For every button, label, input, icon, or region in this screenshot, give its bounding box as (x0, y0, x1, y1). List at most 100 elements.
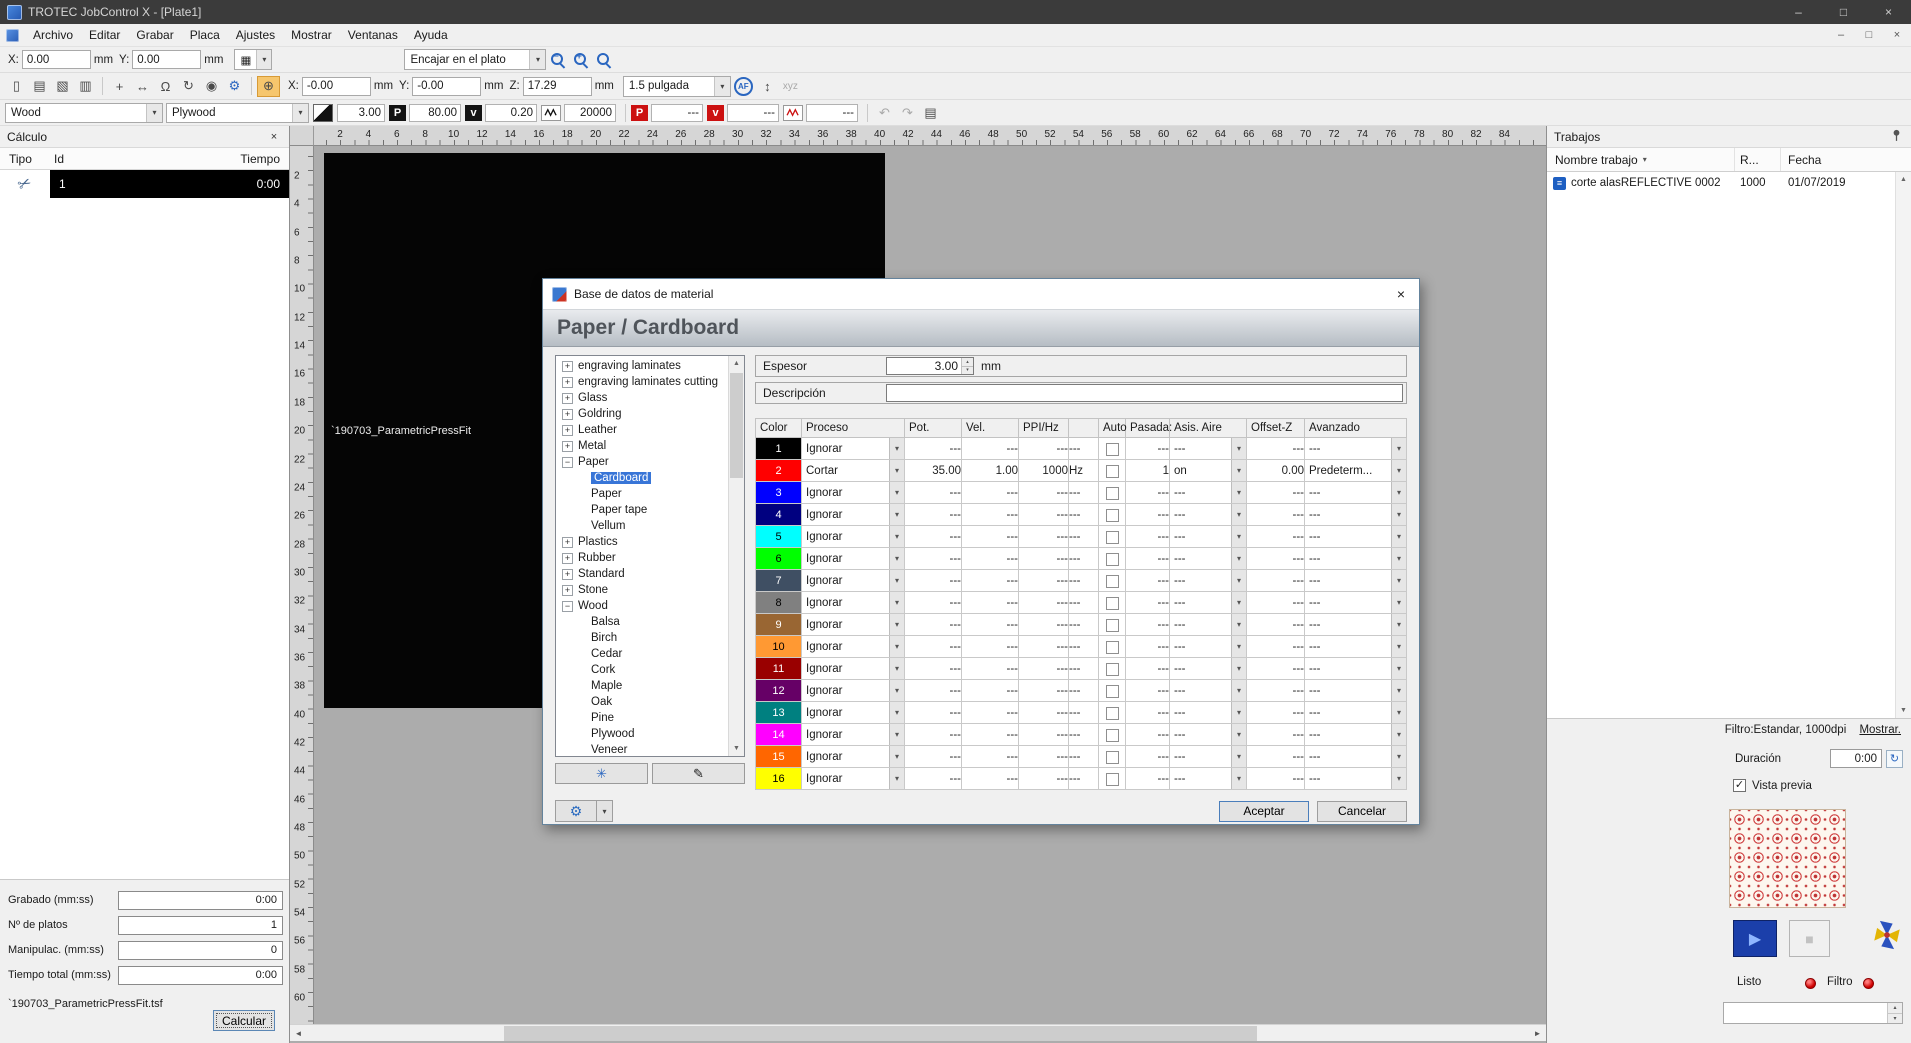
thickness-field[interactable]: 3.00 (337, 103, 385, 122)
tree-item-leather[interactable]: + Leather (556, 422, 744, 438)
scroll-right-icon[interactable]: ► (1529, 1025, 1546, 1042)
col-fecha[interactable]: Fecha (1781, 153, 1911, 167)
process-select[interactable]: Cortar ▾ (801, 459, 905, 482)
tree-item-metal[interactable]: + Metal (556, 438, 744, 454)
col-nombre-trabajo[interactable]: Nombre trabajo ▾ (1547, 148, 1735, 171)
tree-item-cork[interactable]: Cork (556, 662, 744, 678)
dropdown-arrow-icon[interactable]: ▾ (1391, 438, 1406, 459)
tree-item-wood[interactable]: − Wood (556, 598, 744, 614)
dropdown-arrow-icon[interactable]: ▾ (1231, 482, 1246, 503)
job-row[interactable]: ≡ corte alasREFLECTIVE 0002 1000 01/07/2… (1547, 172, 1911, 194)
menu-grabar[interactable]: Grabar (128, 24, 181, 46)
auto-checkbox[interactable] (1105, 464, 1119, 478)
snap-icon[interactable]: Ω (154, 76, 177, 97)
zoom-in-icon[interactable]: + (573, 51, 588, 67)
tree-item-glass[interactable]: + Glass (556, 390, 744, 406)
tree-item-birch[interactable]: Birch (556, 630, 744, 646)
color-cell[interactable]: 6 (755, 547, 802, 570)
dropdown-arrow-icon[interactable]: ▾ (889, 768, 904, 789)
expand-icon[interactable]: + (562, 392, 573, 404)
expand-icon[interactable]: + (562, 408, 573, 420)
tree-item-oak[interactable]: Oak (556, 694, 744, 710)
scroll-down-icon[interactable]: ▼ (729, 741, 744, 756)
calc-row[interactable]: ✂ 1 0:00 (0, 170, 289, 198)
zoom-out-icon[interactable]: − (550, 51, 565, 67)
air-assist-select[interactable]: --- ▾ (1169, 635, 1247, 658)
rotate-icon[interactable]: ↻ (177, 76, 200, 97)
dropdown-arrow-icon[interactable]: ▾ (1391, 504, 1406, 525)
collapse-icon[interactable]: − (562, 600, 573, 612)
tree-item-paper[interactable]: − Paper (556, 454, 744, 470)
process-select[interactable]: Ignorar ▾ (801, 657, 905, 680)
tree-item-stone[interactable]: + Stone (556, 582, 744, 598)
dropdown-arrow-icon[interactable]: ▾ (1391, 482, 1406, 503)
dropdown-arrow-icon[interactable]: ▾ (146, 103, 162, 122)
dropdown-arrow-icon[interactable]: ▾ (1231, 438, 1246, 459)
tree-item-rubber[interactable]: + Rubber (556, 550, 744, 566)
advanced-select[interactable]: --- ▾ (1304, 767, 1407, 790)
material-group-combo[interactable]: Wood ▾ (5, 102, 163, 123)
dropdown-arrow-icon[interactable]: ▾ (1231, 724, 1246, 745)
auto-checkbox[interactable] (1105, 618, 1119, 632)
tree-scroll-thumb[interactable] (730, 373, 743, 478)
dropdown-arrow-icon[interactable]: ▾ (1231, 614, 1246, 635)
process-select[interactable]: Ignorar ▾ (801, 723, 905, 746)
air-assist-select[interactable]: --- ▾ (1169, 569, 1247, 592)
menu-editar[interactable]: Editar (81, 24, 128, 46)
speed2-field[interactable]: --- (727, 103, 779, 122)
close-icon[interactable]: × (266, 131, 282, 143)
auto-checkbox[interactable] (1105, 574, 1119, 588)
dropdown-arrow-icon[interactable]: ▾ (1391, 548, 1406, 569)
color-cell[interactable]: 1 (755, 437, 802, 460)
dropdown-arrow-icon[interactable]: ▾ (1231, 570, 1246, 591)
jobs-vscrollbar[interactable]: ▲ ▼ (1895, 172, 1911, 718)
x-position-field[interactable]: 0.00 (21, 50, 91, 69)
laser-position-icon[interactable]: ⊕ (257, 75, 280, 97)
tree-item-veneer[interactable]: Veneer (556, 742, 744, 756)
menu-ventanas[interactable]: Ventanas (340, 24, 406, 46)
color-cell[interactable]: 3 (755, 481, 802, 504)
redo-icon[interactable]: ↷ (896, 102, 919, 123)
process-select[interactable]: Ignorar ▾ (801, 613, 905, 636)
tree-item-plastics[interactable]: + Plastics (556, 534, 744, 550)
dropdown-arrow-icon[interactable]: ▾ (1391, 658, 1406, 679)
tree-scrollbar[interactable]: ▲ ▼ (728, 356, 744, 756)
color-cell[interactable]: 16 (755, 767, 802, 790)
settings-gear-button[interactable]: ⚙ (555, 800, 597, 822)
edit-material-button[interactable]: ✎ (652, 763, 745, 784)
color-cell[interactable]: 4 (755, 503, 802, 526)
dropdown-arrow-icon[interactable]: ▾ (889, 724, 904, 745)
preview-eye-icon[interactable]: ◉ (200, 76, 223, 97)
dropdown-arrow-icon[interactable]: ▾ (1231, 702, 1246, 723)
auto-checkbox[interactable] (1105, 442, 1119, 456)
advanced-select[interactable]: Predeterm... ▾ (1304, 459, 1407, 482)
dropdown-arrow-icon[interactable]: ▾ (1391, 526, 1406, 547)
menu-ajustes[interactable]: Ajustes (228, 24, 283, 46)
menu-ayuda[interactable]: Ayuda (406, 24, 456, 46)
process-select[interactable]: Ignorar ▾ (801, 481, 905, 504)
scroll-left-icon[interactable]: ◄ (290, 1025, 307, 1042)
auto-checkbox[interactable] (1105, 684, 1119, 698)
canvas-hscrollbar[interactable]: ◄ ► (290, 1024, 1546, 1041)
col-tipo[interactable]: Tipo (0, 152, 50, 166)
gear-dropdown-icon[interactable]: ▾ (597, 800, 613, 822)
spin-down-icon[interactable]: ▾ (962, 366, 973, 374)
dropdown-arrow-icon[interactable]: ▾ (889, 658, 904, 679)
air-assist-select[interactable]: on ▾ (1169, 459, 1247, 482)
scroll-up-icon[interactable]: ▲ (1896, 172, 1911, 187)
color-cell[interactable]: 9 (755, 613, 802, 636)
process-select[interactable]: Ignorar ▾ (801, 635, 905, 658)
air-assist-select[interactable]: --- ▾ (1169, 547, 1247, 570)
dropdown-arrow-icon[interactable]: ▾ (1391, 680, 1406, 701)
process-select[interactable]: Ignorar ▾ (801, 437, 905, 460)
col-tiempo[interactable]: Tiempo (217, 152, 289, 166)
espesor-spinner[interactable]: ▴ ▾ (961, 358, 973, 374)
color-cell[interactable]: 7 (755, 569, 802, 592)
open-icon[interactable]: ▧ (51, 76, 74, 97)
expand-icon[interactable]: + (562, 584, 573, 596)
menu-placa[interactable]: Placa (182, 24, 228, 46)
air-assist-select[interactable]: --- ▾ (1169, 503, 1247, 526)
calc-row-selected[interactable]: 1 0:00 (50, 170, 289, 198)
process-select[interactable]: Ignorar ▾ (801, 525, 905, 548)
save-icon[interactable]: ▤ (28, 76, 51, 97)
